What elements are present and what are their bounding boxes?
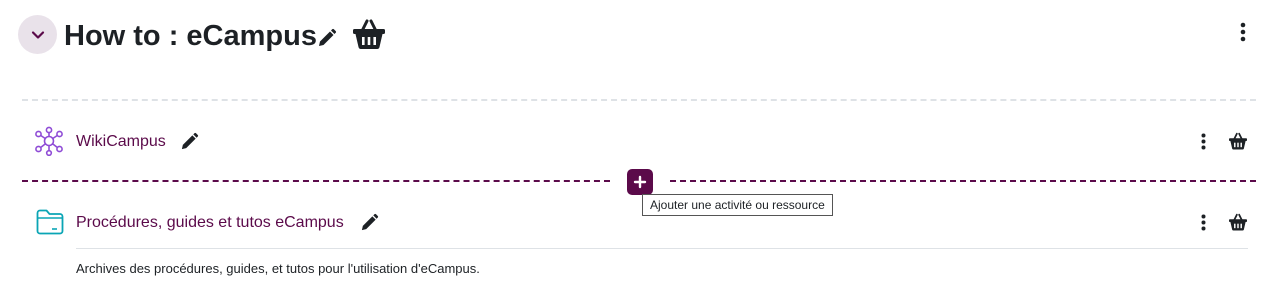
description-separator (76, 248, 1248, 249)
section-title[interactable]: How to : eCampus (64, 16, 317, 56)
activity-menu-button[interactable] (1195, 131, 1211, 151)
wiki-icon (34, 126, 64, 157)
edit-activity-name-button[interactable] (358, 211, 380, 233)
section-basket-button[interactable] (351, 16, 387, 52)
edit-section-title-button[interactable] (315, 26, 339, 50)
pencil-icon (181, 132, 198, 149)
add-activity-button[interactable] (627, 169, 653, 195)
section-divider (22, 99, 1256, 101)
add-activity-divider-left (22, 180, 610, 182)
basket-icon (1229, 132, 1247, 150)
add-activity-tooltip: Ajouter une activité ou ressource (642, 194, 833, 216)
activity-description: Archives des procédures, guides, et tuto… (76, 261, 480, 276)
pencil-icon (319, 28, 337, 46)
section-menu-button[interactable] (1232, 20, 1254, 44)
kebab-menu-icon (1201, 133, 1205, 149)
chevron-down-icon (31, 30, 44, 39)
plus-icon (633, 175, 647, 189)
activity-basket-button[interactable] (1227, 212, 1249, 232)
edit-activity-name-button[interactable] (178, 130, 200, 152)
basket-icon (353, 19, 385, 49)
activity-basket-button[interactable] (1227, 131, 1249, 151)
activity-link-wikicampus[interactable]: WikiCampus (76, 132, 166, 152)
kebab-menu-icon (1201, 214, 1205, 230)
basket-icon (1229, 213, 1247, 231)
kebab-menu-icon (1240, 22, 1246, 42)
section-collapse-button[interactable] (18, 15, 57, 54)
activity-menu-button[interactable] (1195, 212, 1211, 232)
folder-icon (35, 208, 65, 236)
add-activity-divider-right (670, 180, 1256, 182)
activity-link-folder[interactable]: Procédures, guides et tutos eCampus (76, 213, 344, 233)
pencil-icon (361, 213, 378, 230)
